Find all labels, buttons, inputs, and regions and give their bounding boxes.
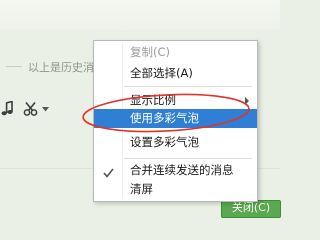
menu-item-copy[interactable]: 复制(C)	[94, 43, 257, 62]
music-note-icon[interactable]	[1, 101, 13, 117]
close-button[interactable]: 关闭(C)	[221, 200, 281, 218]
history-separator-label: 以上是历史消	[28, 61, 94, 74]
menu-item-label: 复制(C)	[130, 45, 171, 59]
menu-item-merge-consecutive[interactable]: 合并连续发送的消息	[94, 161, 257, 180]
menu-item-label: 全部选择(A)	[130, 66, 193, 80]
menu-item-label: 清屏	[130, 182, 153, 196]
scissors-icon[interactable]	[23, 101, 39, 117]
chat-window-header	[0, 0, 280, 30]
menu-item-label: 显示比例	[130, 93, 176, 107]
submenu-arrow-icon	[245, 97, 249, 105]
menu-item-label: 合并连续发送的消息	[130, 163, 234, 177]
menu-item-clear-screen[interactable]: 清屏	[94, 180, 257, 199]
menu-item-zoom[interactable]: 显示比例	[94, 91, 257, 110]
history-divider	[6, 66, 22, 67]
context-menu: 复制(C) 全部选择(A) 显示比例 使用多彩气泡 设置多彩气泡 合并连续发送的…	[93, 40, 258, 202]
menu-item-label: 使用多彩气泡	[130, 111, 199, 125]
input-toolbar	[0, 98, 49, 120]
menu-item-label: 设置多彩气泡	[130, 135, 199, 149]
menu-separator	[124, 86, 252, 87]
dropdown-arrow-icon[interactable]	[42, 106, 49, 112]
menu-separator	[124, 158, 252, 159]
menu-item-use-colorful-bubbles[interactable]: 使用多彩气泡	[94, 109, 257, 128]
menu-item-set-colorful-bubbles[interactable]: 设置多彩气泡	[94, 133, 257, 152]
menu-item-select-all[interactable]: 全部选择(A)	[94, 64, 257, 83]
